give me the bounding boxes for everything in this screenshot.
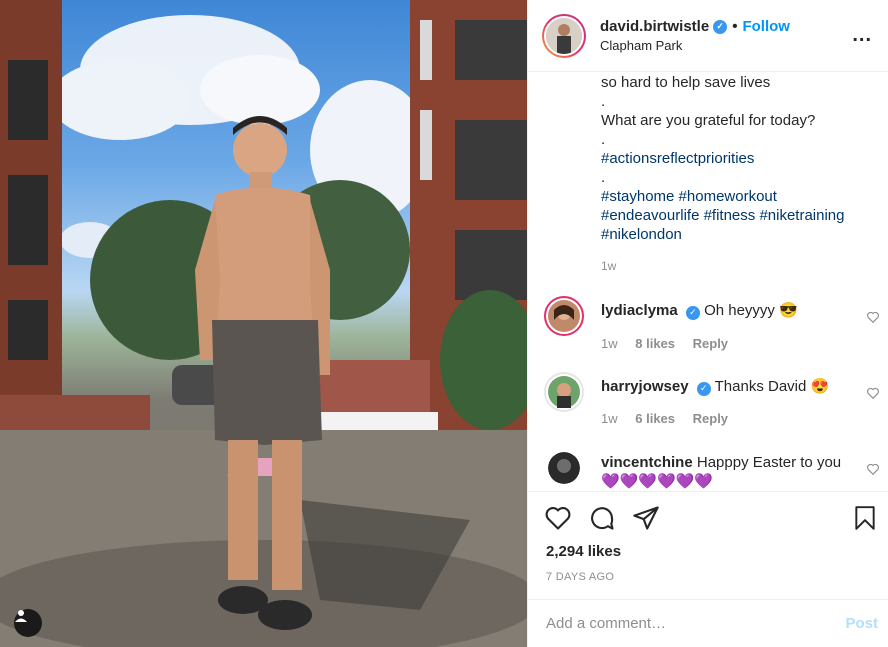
separator-dot: • [732,18,738,35]
comment-bubble-icon[interactable] [588,504,616,532]
caption-time: 1w [601,259,617,273]
avatar-illustration [548,300,580,332]
comment-like-icon[interactable] [866,310,880,324]
share-direct-icon[interactable] [632,504,660,532]
avatar-illustration [548,452,580,484]
reply-button[interactable]: Reply [693,411,728,426]
comments-list[interactable]: so hard to help save lives . What are yo… [528,72,888,490]
more-options-icon[interactable]: ... [852,24,872,47]
post-photo[interactable] [0,0,527,647]
caption-hashtag[interactable]: #actionsreflectpriorities [601,149,881,168]
comment-body: lydiaclyma ✓ Oh heyyyy 😎 [601,301,851,320]
verified-badge-icon: ✓ [685,305,700,320]
commenter-avatar[interactable] [548,452,580,484]
header-text: david.birtwistle ✓ • Follow Clapham Park [600,18,852,53]
post-caption: so hard to help save lives . What are yo… [601,72,881,244]
commenter-avatar[interactable] [544,372,584,412]
like-heart-icon[interactable] [544,504,572,532]
reply-button[interactable]: Reply [693,336,728,351]
caption-line: . [601,131,606,148]
avatar-illustration [548,376,580,408]
caption-line: . [601,93,606,110]
comment-body: vincentchine Happpy Easter to you💜💜💜💜💜💜 [601,453,851,490]
header-top-row: david.birtwistle ✓ • Follow [600,18,852,35]
tagged-users-button[interactable] [14,609,42,637]
avatar-illustration [546,17,582,54]
follow-button[interactable]: Follow [742,18,790,35]
verified-badge-icon: ✓ [696,381,711,396]
likes-count[interactable]: 2,294 likes [546,543,621,560]
comment-text: Oh heyyyy 😎 [704,302,798,319]
user-icon [15,610,27,622]
caption-line: What are you grateful for today? [601,112,816,129]
photo-illustration [0,0,527,647]
comment-time: 1w [601,336,618,351]
caption-line: . [601,169,606,186]
commenter-avatar[interactable] [544,296,584,336]
post-date: 7 DAYS AGO [546,571,615,583]
post-actions: 2,294 likes 7 DAYS AGO [528,491,888,591]
comment-meta: 1w 8 likes Reply [601,336,742,351]
comment-username[interactable]: harryjowsey [601,378,689,395]
verified-badge-icon: ✓ [713,19,728,34]
post-header: david.birtwistle ✓ • Follow Clapham Park… [528,0,888,72]
comment-time: 1w [601,411,618,426]
comment-username[interactable]: lydiaclyma [601,302,678,319]
author-username[interactable]: david.birtwistle [600,18,709,35]
caption-hashtag[interactable]: #stayhome #homeworkout [601,187,881,206]
comment-like-icon[interactable] [866,462,880,476]
add-comment-bar: Post [528,599,888,647]
post-comment-button[interactable]: Post [845,615,878,632]
comment-meta: 1w 6 likes Reply [601,411,742,426]
caption-hashtag[interactable]: #endeavourlife #fitness #niketraining [601,206,881,225]
caption-hashtag[interactable]: #nikelondon [601,225,881,244]
author-avatar[interactable] [542,13,586,58]
comment-likes[interactable]: 8 likes [635,336,675,351]
post-location[interactable]: Clapham Park [600,38,852,53]
comment-input[interactable] [546,615,846,632]
action-icons [544,504,660,532]
post-sidebar: david.birtwistle ✓ • Follow Clapham Park… [527,0,888,647]
save-bookmark-icon[interactable] [852,504,878,532]
comment-body: harryjowsey ✓ Thanks David 😍 [601,377,851,396]
comment-username[interactable]: vincentchine [601,454,693,471]
comment-likes[interactable]: 6 likes [635,411,675,426]
caption-line: so hard to help save lives [601,74,771,91]
comment-text: Thanks David 😍 [714,378,830,395]
author-avatar-image [544,15,584,56]
comment-like-icon[interactable] [866,386,880,400]
